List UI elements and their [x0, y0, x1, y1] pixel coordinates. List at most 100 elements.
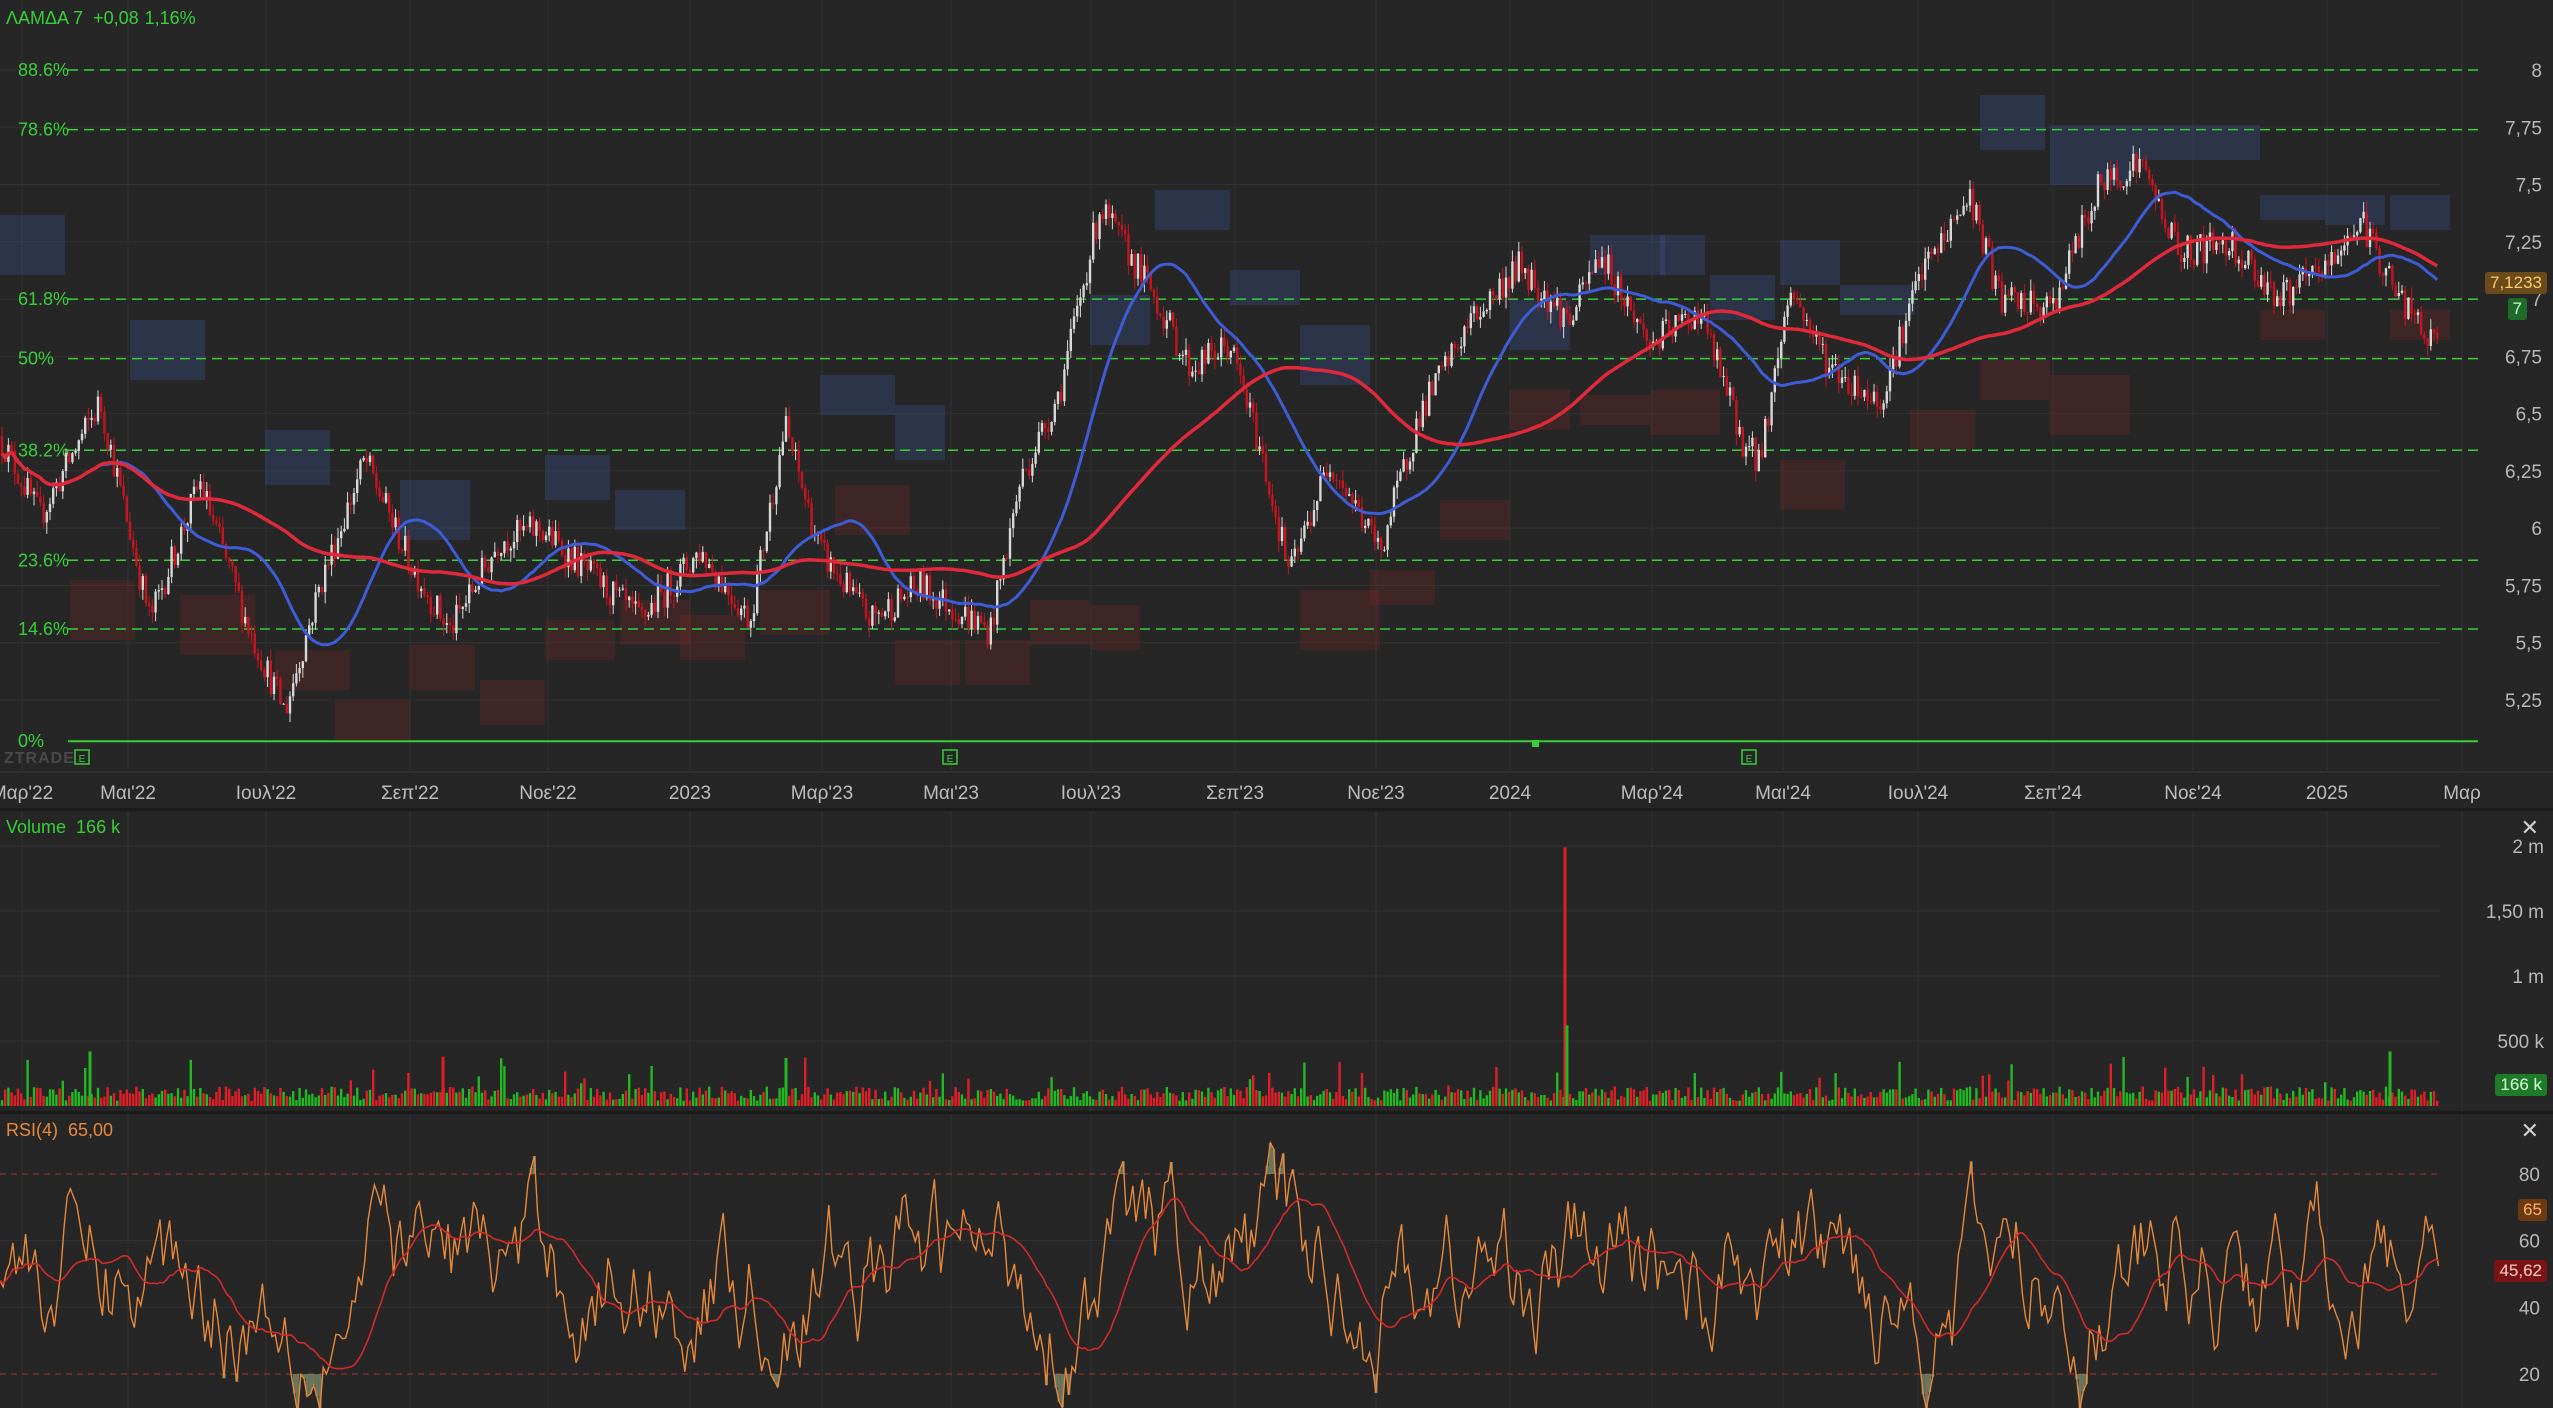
volume-bar	[752, 1095, 756, 1106]
candle-body	[1869, 401, 1872, 403]
candle-body	[1741, 426, 1744, 457]
volume-bar	[1882, 1089, 1885, 1106]
rsi-chart: 80604020	[0, 1114, 2540, 1408]
volume-bar	[2164, 1067, 2167, 1106]
volume-bar	[1789, 1091, 1792, 1106]
candle-body	[1383, 549, 1386, 551]
volume-spike-bar	[88, 1051, 92, 1106]
candle-body	[1540, 299, 1543, 301]
volume-bar	[1524, 1097, 1527, 1106]
volume-bar	[813, 1092, 816, 1106]
candle-body	[1133, 254, 1136, 279]
candle-body	[0, 436, 4, 454]
volume-bar	[1015, 1099, 1018, 1106]
candle-body	[1280, 526, 1284, 542]
volume-bar	[2084, 1092, 2087, 1106]
time-axis-label: Μαι'24	[1755, 783, 1811, 804]
volume-bar	[1610, 1090, 1613, 1106]
candle-body	[1312, 510, 1316, 526]
candle-body	[1978, 204, 1981, 225]
volume-bar	[2404, 1095, 2407, 1106]
volume-bar	[1940, 1087, 1943, 1106]
volume-bar	[1229, 1088, 1232, 1106]
candle-body	[592, 560, 596, 565]
demand-zone	[1440, 500, 1510, 540]
volume-bar	[1168, 1092, 1172, 1106]
candle-body	[765, 531, 768, 552]
volume-bar	[314, 1097, 317, 1106]
volume-close-icon[interactable]: ✕	[2521, 815, 2539, 841]
price-axis-label: 6,5	[2516, 405, 2542, 426]
candle-body	[384, 493, 388, 503]
volume-bar	[637, 1087, 640, 1106]
volume-bar	[2359, 1089, 2362, 1106]
volume-bar	[2148, 1100, 2151, 1106]
volume-badge: 166 k	[2495, 1074, 2547, 1096]
volume-bar	[1543, 1095, 1546, 1106]
candle-body	[2359, 218, 2362, 232]
candle-body	[730, 595, 733, 605]
volume-bar	[1847, 1092, 1850, 1106]
volume-bar	[2269, 1086, 2272, 1106]
volume-bar	[954, 1087, 957, 1106]
volume-bar	[1703, 1097, 1706, 1106]
rsi-line	[0, 1140, 2440, 1408]
volume-bar	[2048, 1094, 2052, 1106]
volume-bar	[317, 1095, 320, 1106]
volume-bar	[922, 1087, 925, 1106]
candle-body	[868, 618, 871, 626]
volume-bar	[1348, 1089, 1351, 1106]
candle-body	[1111, 213, 1114, 219]
candle-body	[2356, 231, 2359, 236]
candle-body	[733, 604, 736, 609]
volume-bar	[439, 1092, 442, 1106]
volume-bar	[1821, 1097, 1824, 1106]
candle-body	[1962, 205, 1965, 215]
candle-body	[2010, 287, 2013, 296]
volume-bar	[893, 1087, 896, 1106]
candle-body	[1792, 292, 1796, 300]
rsi-pane[interactable]: 80 60 40 20 RSI(4) 65,00 ✕ 65 45,62	[0, 1114, 2553, 1408]
candle-body	[1252, 402, 1255, 413]
volume-bar	[381, 1094, 384, 1106]
volume-bar	[362, 1098, 365, 1106]
volume-bar	[1191, 1098, 1194, 1106]
candle-body	[132, 539, 135, 549]
price-chart-pane[interactable]: 8 7,75 7,5 7,25 7 6,75 6,5 6,25 6 5,75 5,5 5,25 88.6…	[0, 0, 2553, 808]
volume-bar	[2202, 1066, 2205, 1106]
volume-bar	[970, 1099, 973, 1106]
volume-bar	[269, 1093, 272, 1106]
candle-body	[2100, 174, 2103, 183]
price-chart[interactable]: 87,757,57,2576,756,56,2565,755,55,2588.6…	[0, 0, 2553, 808]
volume-bar	[1232, 1094, 1236, 1106]
candle-body	[154, 591, 157, 613]
candle-body	[1482, 311, 1485, 317]
volume-bar	[1405, 1090, 1408, 1106]
volume-bar	[1504, 1088, 1508, 1106]
volume-bar	[2240, 1074, 2244, 1106]
candle-body	[1744, 446, 1748, 457]
volume-bar	[1370, 1099, 1373, 1106]
candle-body	[2007, 294, 2010, 296]
volume-bar	[948, 1100, 951, 1106]
candle-body	[1757, 449, 1760, 472]
volume-bar	[410, 1088, 413, 1106]
rsi-close-icon[interactable]: ✕	[2521, 1118, 2539, 1144]
volume-bar	[605, 1099, 608, 1106]
volume-bar	[519, 1096, 522, 1106]
candle-body	[378, 487, 381, 497]
candle-body	[138, 565, 141, 590]
volume-pane[interactable]: 2 m 1,50 m1 m 500 k Volume 166 k ✕ 166 k	[0, 811, 2553, 1111]
volume-bar	[1898, 1061, 1901, 1106]
volume-bar	[573, 1093, 576, 1106]
volume-bar	[663, 1091, 666, 1106]
candle-body	[2135, 153, 2138, 173]
volume-bar	[615, 1099, 618, 1106]
volume-bar	[1460, 1090, 1463, 1106]
volume-bar	[2007, 1080, 2010, 1106]
volume-bar	[676, 1098, 679, 1106]
volume-bar	[896, 1088, 900, 1106]
candle-body	[2186, 235, 2189, 258]
demand-zone	[480, 680, 545, 725]
candle-body	[1514, 261, 1517, 282]
